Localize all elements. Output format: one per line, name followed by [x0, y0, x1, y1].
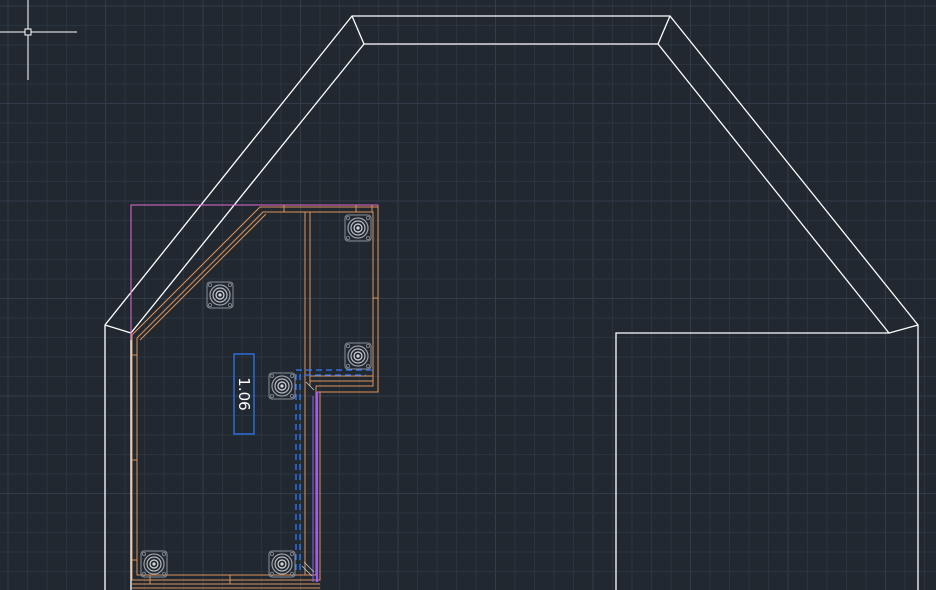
wall-joint-right: [888, 324, 919, 334]
purple-edge[interactable]: [312, 392, 319, 582]
wall-joint-left: [104, 324, 132, 334]
circular-fitting-icon[interactable]: [206, 281, 234, 309]
circular-fitting-icon[interactable]: [268, 550, 296, 578]
dimension-label[interactable]: 1.06: [233, 353, 255, 435]
room-inner-wall[interactable]: [130, 43, 891, 590]
wall-joint-right-top: [657, 15, 671, 45]
wall-joint-left-top: [351, 15, 365, 45]
crosshair-icon: [0, 0, 77, 80]
dimension-guides[interactable]: [295, 369, 372, 570]
drawing-canvas[interactable]: 1.06: [0, 0, 936, 590]
circular-fitting-icon[interactable]: [344, 214, 372, 242]
dimension-value: 1.06: [235, 377, 253, 410]
drawing-grid: [0, 0, 936, 590]
circular-fitting-icon[interactable]: [344, 342, 372, 370]
corner-detail: [301, 381, 315, 577]
